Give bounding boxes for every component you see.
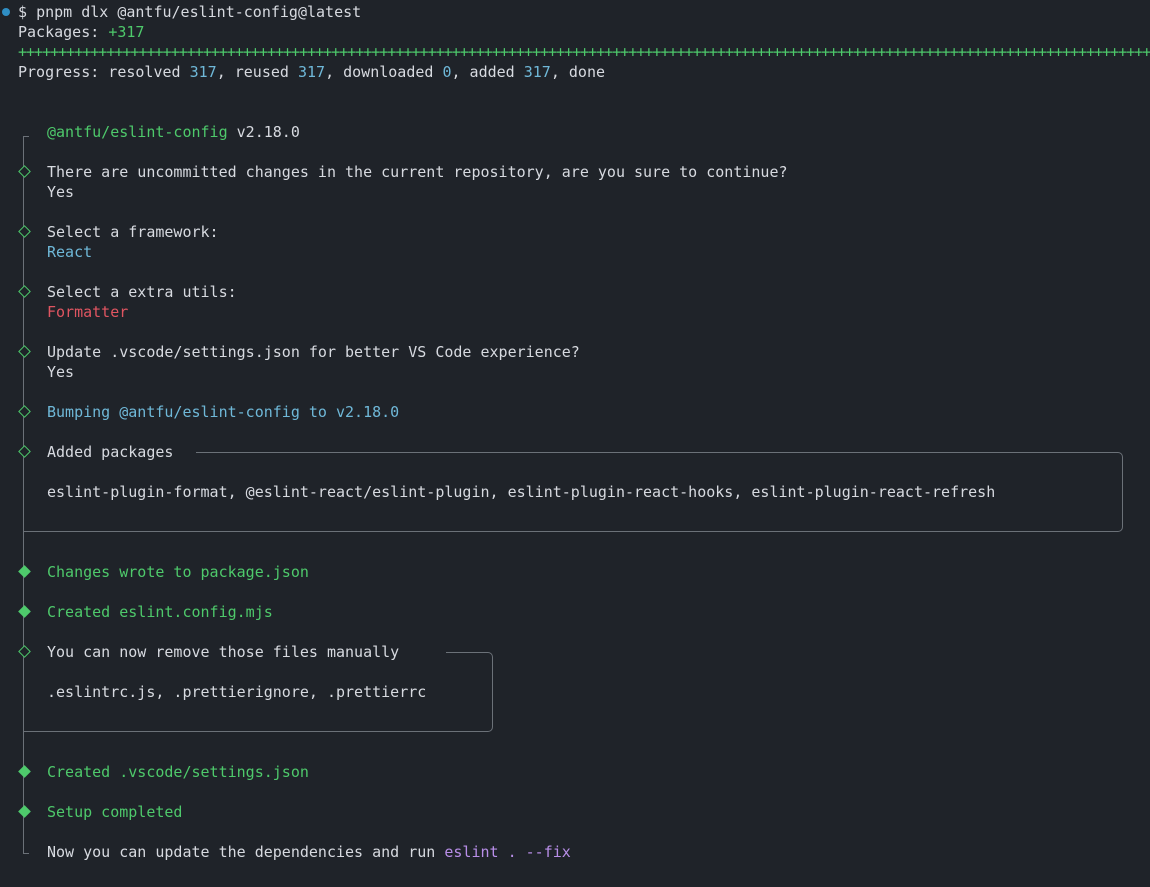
- step-utils-question: Select a extra utils:: [47, 283, 237, 301]
- outro-command: eslint . --fix: [444, 843, 571, 861]
- header-version: v2.18.0: [236, 123, 300, 141]
- prompt-indicator-icon: [2, 8, 10, 16]
- progress-label: Progress: resolved: [18, 63, 181, 81]
- progress-done-label: , done: [550, 63, 606, 81]
- added-packages-title: Added packages: [47, 443, 174, 461]
- step-vscode-answer: Yes: [47, 363, 75, 381]
- step-diamond-icon: [18, 165, 31, 178]
- progress-reused: 317: [297, 63, 326, 81]
- remove-files-title: You can now remove those files manually: [47, 643, 400, 661]
- step-diamond-icon: [18, 405, 31, 418]
- step-framework-answer: React: [47, 243, 93, 261]
- command-line: $ pnpm dlx @antfu/eslint-config@latest: [18, 2, 361, 22]
- step-changes-wrote: Changes wrote to package.json: [47, 563, 309, 581]
- progress-added: 317: [523, 63, 551, 81]
- outro-line: Now you can update the dependencies and …: [47, 842, 571, 862]
- header-package: @antfu/eslint-config: [47, 123, 228, 141]
- step-utils-answer: Formatter: [47, 303, 129, 321]
- step-framework-question: Select a framework:: [47, 223, 219, 241]
- step-done-diamond-icon: [18, 765, 31, 778]
- progress-reused-label: , reused: [216, 63, 289, 81]
- progress-downloaded: 0: [442, 63, 452, 81]
- rail-bottom-corner: [23, 853, 29, 854]
- intro-header: @antfu/eslint-config v2.18.0: [47, 122, 300, 142]
- step-done-diamond-icon: [18, 805, 31, 818]
- prompt-symbol: $: [18, 3, 28, 21]
- packages-label: Packages:: [18, 23, 100, 41]
- step-diamond-icon: [18, 345, 31, 358]
- command-text: pnpm dlx @antfu/eslint-config@latest: [36, 3, 362, 21]
- step-done-diamond-icon: [18, 605, 31, 618]
- progress-downloaded-label: , downloaded: [325, 63, 434, 81]
- step-uncommitted-answer: Yes: [47, 183, 75, 201]
- progress-resolved: 317: [189, 63, 217, 81]
- step-uncommitted-question: There are uncommitted changes in the cur…: [47, 163, 788, 181]
- step-diamond-icon: [18, 225, 31, 238]
- remove-files-list: .eslintrc.js, .prettierignore, .prettier…: [47, 683, 427, 701]
- added-packages-list: eslint-plugin-format, @eslint-react/esli…: [47, 483, 996, 501]
- progress-added-label: , added: [451, 63, 515, 81]
- step-diamond-icon: [18, 285, 31, 298]
- step-setup-completed: Setup completed: [47, 803, 183, 821]
- step-created-config: Created eslint.config.mjs: [47, 603, 273, 621]
- packages-line: Packages: +317: [18, 22, 144, 42]
- step-created-vscode: Created .vscode/settings.json: [47, 763, 309, 781]
- step-bumping: Bumping @antfu/eslint-config to v2.18.0: [47, 403, 400, 421]
- packages-progress-bar: ++++++++++++++++++++++++++++++++++++++++…: [18, 43, 1150, 61]
- step-vscode-question: Update .vscode/settings.json for better …: [47, 343, 580, 361]
- rail-top-corner: [23, 136, 29, 137]
- progress-line: Progress: resolved 317, reused 317, down…: [18, 62, 605, 82]
- outro-text: Now you can update the dependencies and …: [47, 843, 436, 861]
- step-done-diamond-icon: [18, 565, 31, 578]
- packages-count: +317: [108, 23, 145, 41]
